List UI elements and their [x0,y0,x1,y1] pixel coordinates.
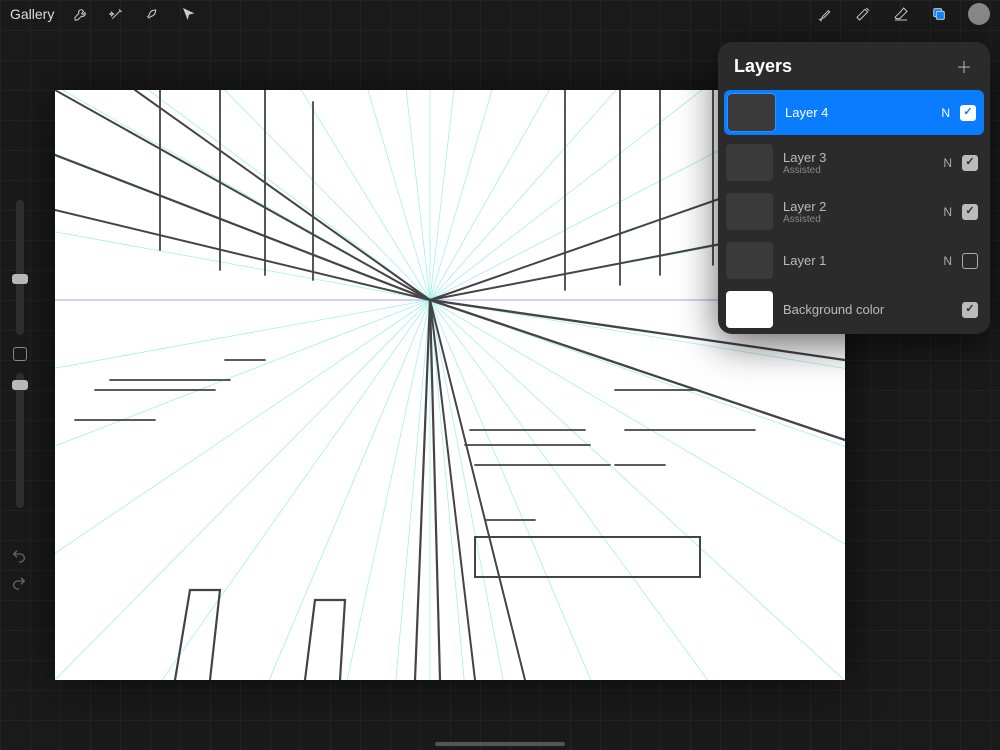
blend-mode-label[interactable]: N [943,254,952,268]
layer-text: Layer 3Assisted [783,150,933,176]
wrench-icon[interactable] [72,5,90,23]
layer-thumbnail[interactable] [726,291,773,328]
visibility-checkbox[interactable] [962,253,978,269]
brush-size-thumb[interactable] [12,274,28,284]
blend-mode-label[interactable]: N [943,205,952,219]
visibility-checkbox[interactable] [962,302,978,318]
layer-controls: N [943,204,978,220]
layer-thumbnail[interactable] [728,94,775,131]
wand-icon[interactable] [108,5,126,23]
layer-row[interactable]: Layer 3Assisted N [718,138,990,187]
layer-subtitle: Assisted [783,214,933,225]
modify-button[interactable] [13,347,27,361]
layers-panel-header: Layers [718,42,990,87]
layer-text: Layer 2Assisted [783,199,933,225]
top-toolbar-right [816,3,990,25]
layer-controls [962,302,978,318]
smudge-icon[interactable] [854,5,872,23]
color-picker-button[interactable] [968,3,990,25]
layer-name: Background color [783,302,952,317]
eraser-icon[interactable] [892,5,910,23]
brush-icon[interactable] [816,5,834,23]
layer-subtitle: Assisted [783,165,933,176]
gallery-button[interactable]: Gallery [10,6,54,22]
layer-name: Layer 2 [783,199,933,214]
visibility-checkbox[interactable] [960,105,976,121]
blend-mode-label[interactable]: N [941,106,950,120]
layer-thumbnail[interactable] [726,144,773,181]
layer-row[interactable]: Layer 1 N [718,236,990,285]
layer-text: Layer 1 [783,253,933,268]
visibility-checkbox[interactable] [962,155,978,171]
brush-size-slider[interactable] [16,200,24,335]
add-layer-button[interactable] [954,57,974,77]
layer-text: Layer 4 [785,105,931,120]
top-toolbar: Gallery [0,0,1000,28]
layer-controls: N [943,155,978,171]
layers-icon[interactable] [930,5,948,23]
blend-mode-label[interactable]: N [943,156,952,170]
layer-row[interactable]: Layer 4 N [724,90,984,135]
selection-icon[interactable] [144,5,162,23]
undo-icon[interactable] [11,548,27,569]
layer-row[interactable]: Background color [718,285,990,334]
layer-name: Layer 4 [785,105,931,120]
layer-thumbnail[interactable] [726,242,773,279]
move-icon[interactable] [180,5,198,23]
layers-title: Layers [734,56,792,77]
layers-panel: Layers Layer 4NLayer 3AssistedNLayer 2As… [718,42,990,334]
redo-icon[interactable] [11,575,27,596]
brush-opacity-slider[interactable] [16,373,24,508]
layer-row[interactable]: Layer 2Assisted N [718,187,990,236]
layer-controls: N [941,105,976,121]
top-toolbar-left: Gallery [10,5,198,23]
home-indicator [435,742,565,746]
left-sidebar [8,200,32,560]
brush-opacity-thumb[interactable] [12,380,28,390]
layer-name: Layer 1 [783,253,933,268]
undo-redo-group [8,548,30,596]
layer-name: Layer 3 [783,150,933,165]
layer-controls: N [943,253,978,269]
layer-text: Background color [783,302,952,317]
layer-list: Layer 4NLayer 3AssistedNLayer 2AssistedN… [718,90,990,334]
visibility-checkbox[interactable] [962,204,978,220]
layer-thumbnail[interactable] [726,193,773,230]
